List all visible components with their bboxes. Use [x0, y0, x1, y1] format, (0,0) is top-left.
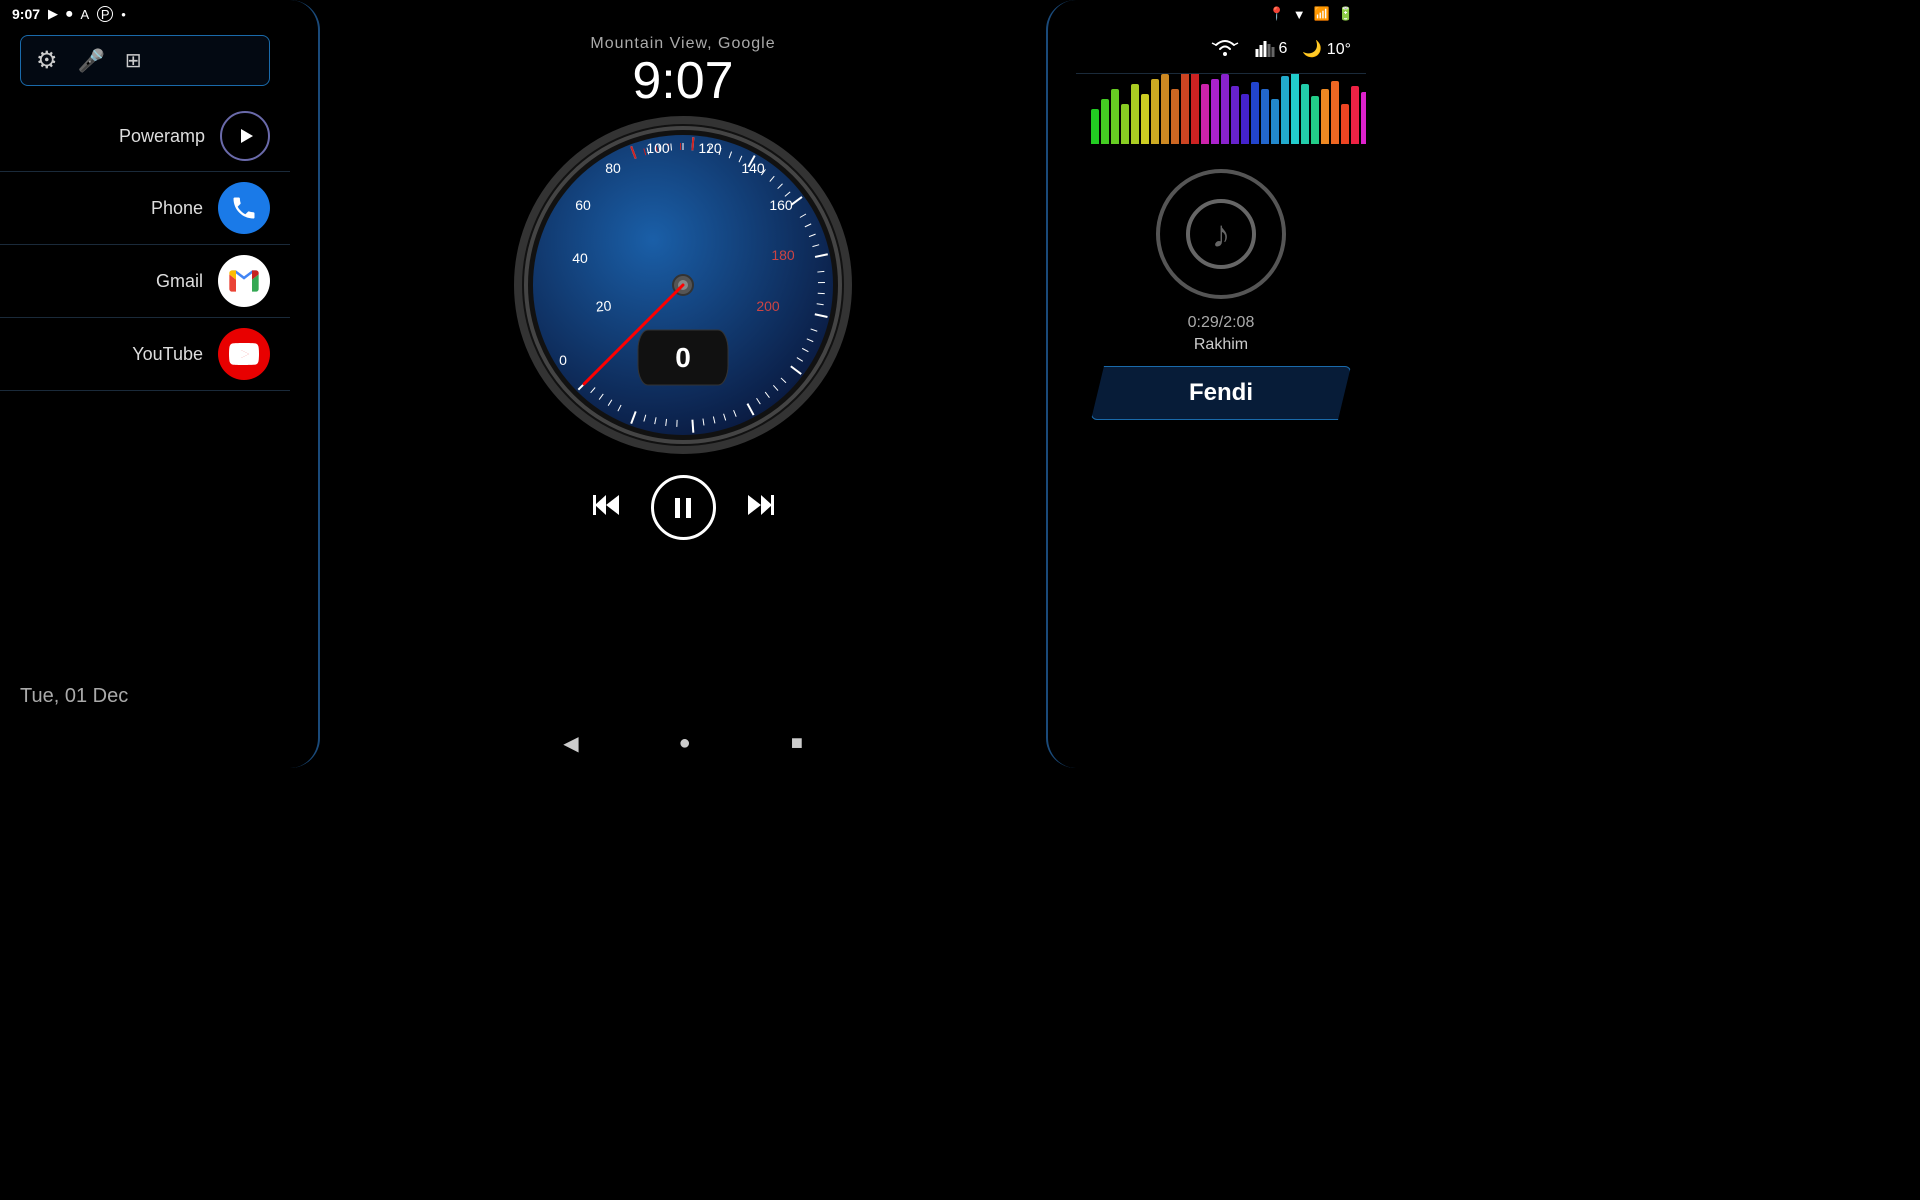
- status-left: 9:07 ▶ ⏺ A P •: [12, 6, 126, 22]
- time-display: 9:07: [590, 53, 775, 110]
- list-item[interactable]: Phone: [0, 172, 290, 245]
- wifi-right-icon: [1210, 35, 1240, 63]
- weather-display: 🌙 10°: [1302, 39, 1351, 59]
- svg-text:♪: ♪: [1212, 214, 1231, 256]
- eq-bar: [1171, 89, 1179, 144]
- music-controls: [591, 475, 776, 540]
- eq-bar: [1141, 94, 1149, 144]
- app-name-phone: Phone: [151, 198, 203, 219]
- svg-text:60: 60: [575, 197, 591, 213]
- stop-status-icon: ⏺: [66, 6, 73, 22]
- svg-text:0: 0: [559, 352, 567, 368]
- youtube-icon: [218, 328, 270, 380]
- eq-bar: [1121, 104, 1129, 144]
- eq-bar: [1211, 79, 1219, 144]
- eq-bar: [1091, 109, 1099, 144]
- equalizer: [1076, 74, 1366, 154]
- svg-text:100: 100: [646, 140, 670, 156]
- location-text: Mountain View, Google: [590, 35, 775, 53]
- status-bar: 9:07 ▶ ⏺ A P • 📍 ▼ 📶 🔋: [0, 0, 1366, 28]
- status-time: 9:07: [12, 6, 40, 22]
- play-status-icon: ▶: [48, 6, 58, 22]
- eq-bar: [1271, 99, 1279, 144]
- eq-bar: [1101, 99, 1109, 144]
- gmail-icon: [218, 255, 270, 307]
- settings-icon[interactable]: ⚙: [36, 46, 58, 75]
- svg-text:140: 140: [741, 160, 765, 176]
- phone-icon: [218, 182, 270, 234]
- svg-text:40: 40: [572, 250, 588, 266]
- home-button[interactable]: ●: [679, 732, 691, 755]
- list-item[interactable]: Poweramp: [0, 101, 290, 172]
- eq-bar: [1261, 89, 1269, 144]
- list-item[interactable]: Gmail: [0, 245, 290, 318]
- location-status-icon: 📍: [1269, 6, 1285, 22]
- eq-bar: [1291, 74, 1299, 144]
- eq-bar: [1351, 86, 1359, 144]
- next-button[interactable]: [746, 490, 776, 526]
- signal-count: 6: [1279, 40, 1288, 58]
- app-name-youtube: YouTube: [132, 344, 203, 365]
- grid-icon[interactable]: ⊞: [125, 48, 142, 73]
- eq-bar: [1131, 84, 1139, 144]
- app-name-poweramp: Poweramp: [119, 126, 205, 147]
- eq-bar: [1111, 89, 1119, 144]
- svg-text:180: 180: [771, 247, 795, 263]
- pause-button[interactable]: [651, 475, 716, 540]
- eq-bar: [1321, 89, 1329, 144]
- svg-text:80: 80: [605, 160, 621, 176]
- eq-bar: [1161, 74, 1169, 144]
- eq-bar: [1301, 84, 1309, 144]
- signal-status-icon: 📶: [1314, 6, 1330, 22]
- a-status-icon: A: [81, 7, 90, 22]
- right-panel: 6 🌙 10° ♪ 0:29/2:08 Rakhim Fendi: [1076, 0, 1366, 768]
- eq-bar: [1361, 92, 1366, 144]
- artist-name: Rakhim: [1076, 336, 1366, 354]
- nav-bar: ◀ ● ■: [580, 718, 786, 768]
- menu-button[interactable]: ■: [791, 732, 803, 755]
- eq-bar: [1181, 74, 1189, 144]
- left-panel: ⚙ 🎤 ⊞ Poweramp Phone Gmail: [0, 0, 290, 768]
- center-panel: Mountain View, Google 9:07: [290, 0, 1076, 768]
- eq-bar: [1201, 84, 1209, 144]
- music-note-container: ♪: [1076, 169, 1366, 299]
- back-button[interactable]: ◀: [563, 731, 578, 756]
- eq-bar: [1221, 74, 1229, 144]
- wifi-status-icon: ▼: [1293, 7, 1306, 22]
- eq-bar: [1281, 76, 1289, 144]
- status-right: 📍 ▼ 📶 🔋: [1269, 6, 1354, 22]
- toolbar: ⚙ 🎤 ⊞: [20, 35, 270, 86]
- poweramp-icon: [220, 111, 270, 161]
- signal-icon: 6: [1255, 39, 1288, 59]
- app-name-gmail: Gmail: [156, 271, 203, 292]
- svg-text:160: 160: [769, 197, 793, 213]
- list-item[interactable]: YouTube: [0, 318, 290, 391]
- mic-icon[interactable]: 🎤: [78, 48, 105, 74]
- eq-bar: [1151, 79, 1159, 144]
- location-time: Mountain View, Google 9:07: [590, 35, 775, 110]
- app-list: Poweramp Phone Gmail: [0, 101, 290, 391]
- eq-bar: [1331, 81, 1339, 144]
- song-title: Fendi: [1091, 366, 1351, 420]
- eq-bar: [1231, 86, 1239, 144]
- svg-text:200: 200: [756, 298, 780, 314]
- date-display: Tue, 01 Dec: [20, 685, 128, 708]
- svg-text:20: 20: [595, 298, 612, 315]
- eq-bar: [1311, 96, 1319, 144]
- speedometer: 20 40 60 80 100 120 140 160 180 200 0 0: [513, 115, 853, 455]
- dot-status-icon: •: [121, 7, 126, 22]
- prev-button[interactable]: [591, 490, 621, 526]
- song-time: 0:29/2:08: [1076, 314, 1366, 332]
- eq-bar: [1241, 94, 1249, 144]
- eq-bar: [1341, 104, 1349, 144]
- music-note-icon: ♪: [1156, 169, 1286, 299]
- eq-bar: [1191, 74, 1199, 144]
- p-status-icon: P: [97, 6, 113, 22]
- eq-bar: [1251, 82, 1259, 144]
- svg-text:0: 0: [675, 342, 691, 373]
- battery-status-icon: 🔋: [1338, 6, 1354, 22]
- svg-text:120: 120: [698, 140, 722, 156]
